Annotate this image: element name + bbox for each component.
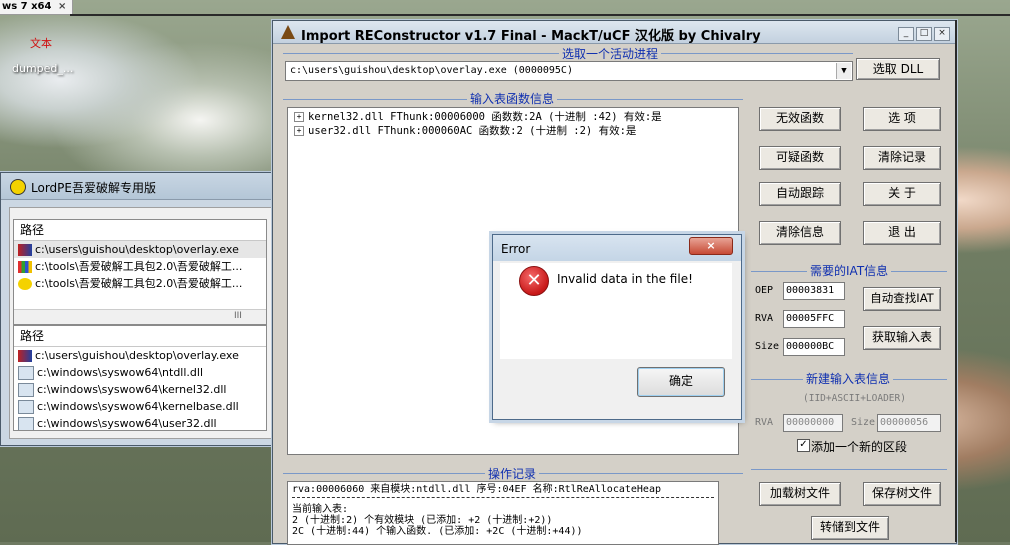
- lordpe-icon: [18, 278, 32, 290]
- module-row[interactable]: c:\windows\syswow64\user32.dll: [14, 415, 266, 430]
- dll-icon: [18, 383, 34, 397]
- desktop-icon-dumped[interactable]: dumped_...: [12, 62, 73, 75]
- horizontal-scrollbar[interactable]: III: [14, 309, 266, 324]
- ok-button[interactable]: 确定: [637, 367, 725, 397]
- group-title-process: 选取一个活动进程: [559, 45, 662, 62]
- load-tree-button[interactable]: 加载树文件: [759, 482, 841, 506]
- module-list-header[interactable]: 路径: [14, 326, 266, 347]
- dll-icon: [18, 417, 34, 430]
- get-imports-button[interactable]: 获取输入表: [863, 326, 941, 350]
- log-separator: [292, 497, 714, 498]
- close-icon[interactable]: ×: [934, 27, 950, 41]
- lordpe-titlebar[interactable]: LordPE吾爱破解专用版: [1, 173, 273, 200]
- rva-label: RVA: [755, 313, 774, 324]
- clear-info-button[interactable]: 清除信息: [759, 221, 841, 245]
- minimize-icon[interactable]: _: [898, 27, 914, 41]
- expand-icon[interactable]: +: [294, 112, 304, 122]
- dump-to-file-button[interactable]: 转储到文件: [811, 516, 889, 540]
- log-line: 2 (十进制:2) 个有效模块 (已添加: +2 (十进制:+2)): [292, 515, 553, 526]
- options-button[interactable]: 选 项: [863, 107, 941, 131]
- close-icon[interactable]: ×: [689, 237, 733, 255]
- new-size-label: Size: [851, 417, 876, 428]
- auto-trace-button[interactable]: 自动跟踪: [759, 182, 841, 206]
- error-dialog: Error × ✕ Invalid data in the file! 确定: [492, 234, 742, 420]
- module-row[interactable]: c:\windows\syswow64\kernelbase.dll: [14, 398, 266, 415]
- group-title-new-iat: 新建输入表信息: [803, 370, 894, 387]
- error-title: Error: [501, 242, 531, 256]
- size-field[interactable]: 000000BC: [783, 338, 845, 356]
- process-list[interactable]: 路径 c:\users\guishou\desktop\overlay.exe …: [13, 219, 267, 325]
- window-edge: [70, 14, 1010, 16]
- tree-node[interactable]: + user32.dll FThunk:000060AC 函数数:2 (十进制 :…: [288, 124, 738, 138]
- pick-dll-button[interactable]: 选取 DLL: [856, 58, 940, 80]
- tree-node[interactable]: + kernel32.dll FThunk:00006000 函数数:2A (十进…: [288, 110, 738, 124]
- group-title-log: 操作记录: [485, 465, 540, 482]
- auto-find-iat-button[interactable]: 自动查找IAT: [863, 287, 941, 311]
- log-box[interactable]: rva:00006060 来自模块:ntdll.dll 序号:04EF 名称:R…: [287, 481, 719, 545]
- exe-icon: [18, 244, 32, 256]
- dll-icon: [18, 366, 34, 380]
- process-row[interactable]: c:\tools\吾爱破解工具包2.0\吾爱破解工...: [14, 275, 266, 292]
- group-title-needed-iat: 需要的IAT信息: [807, 262, 892, 279]
- log-line: 2C (十进制:44) 个输入函数. (已添加: +2C (十进制:+44)): [292, 526, 583, 537]
- new-rva-label: RVA: [755, 417, 774, 428]
- taskbar-fragment[interactable]: ws 7 x64 ×: [0, 0, 73, 15]
- size-label: Size: [755, 341, 780, 352]
- process-row[interactable]: c:\tools\吾爱破解工具包2.0\吾爱破解工...: [14, 258, 266, 275]
- window-controls: _ □ ×: [896, 25, 950, 41]
- add-section-checkbox[interactable]: ✓: [797, 439, 810, 452]
- importrec-app-icon: [281, 25, 295, 39]
- add-section-label[interactable]: 添加一个新的区段: [811, 438, 907, 455]
- new-size-field[interactable]: 00000056: [877, 414, 941, 432]
- importrec-title: Import REConstructor v1.7 Final - MackT/…: [301, 29, 761, 44]
- exe-icon: [18, 350, 32, 362]
- module-list[interactable]: 路径 c:\users\guishou\desktop\overlay.exe …: [13, 325, 267, 431]
- oep-field[interactable]: 00003831: [783, 282, 845, 300]
- error-titlebar[interactable]: Error ×: [493, 235, 741, 261]
- exit-button[interactable]: 退 出: [863, 221, 941, 245]
- new-iat-hint: (IID+ASCII+LOADER): [803, 393, 906, 404]
- rva-field[interactable]: 00005FFC: [783, 310, 845, 328]
- maximize-icon[interactable]: □: [916, 27, 932, 41]
- process-select[interactable]: c:\users\guishou\desktop\overlay.exe (00…: [285, 61, 853, 81]
- module-row[interactable]: c:\windows\syswow64\kernel32.dll: [14, 381, 266, 398]
- lordpe-window: LordPE吾爱破解专用版 路径 c:\users\guishou\deskto…: [0, 172, 275, 446]
- process-row[interactable]: c:\users\guishou\desktop\overlay.exe: [14, 241, 266, 258]
- error-icon: ✕: [519, 266, 549, 296]
- dll-icon: [18, 400, 34, 414]
- app-icon: [18, 261, 32, 273]
- group-title-iat-info: 输入表函数信息: [467, 90, 558, 107]
- dropdown-arrow-icon[interactable]: ▼: [836, 63, 851, 79]
- window-shadow: [955, 20, 957, 542]
- error-message: Invalid data in the file!: [557, 272, 693, 286]
- desktop-text-label[interactable]: 文本: [30, 35, 52, 51]
- lordpe-app-icon: [10, 179, 26, 195]
- invalid-functions-button[interactable]: 无效函数: [759, 107, 841, 131]
- importrec-titlebar[interactable]: Import REConstructor v1.7 Final - MackT/…: [273, 21, 956, 44]
- log-line: rva:00006060 来自模块:ntdll.dll 序号:04EF 名称:R…: [292, 484, 661, 495]
- group-line: [751, 469, 947, 470]
- suspect-functions-button[interactable]: 可疑函数: [759, 146, 841, 170]
- lordpe-title: LordPE吾爱破解专用版: [31, 181, 156, 195]
- oep-label: OEP: [755, 285, 774, 296]
- new-rva-field[interactable]: 00000000: [783, 414, 843, 432]
- taskbar-text: ws 7 x64: [2, 1, 52, 12]
- expand-icon[interactable]: +: [294, 126, 304, 136]
- about-button[interactable]: 关 于: [863, 182, 941, 206]
- module-row[interactable]: c:\windows\syswow64\ntdll.dll: [14, 364, 266, 381]
- process-list-header[interactable]: 路径: [14, 220, 266, 241]
- taskbar-close-icon[interactable]: ×: [58, 0, 66, 13]
- save-tree-button[interactable]: 保存树文件: [863, 482, 941, 506]
- module-row[interactable]: c:\users\guishou\desktop\overlay.exe: [14, 347, 266, 364]
- log-line: 当前输入表:: [292, 504, 349, 515]
- clear-log-button[interactable]: 清除记录: [863, 146, 941, 170]
